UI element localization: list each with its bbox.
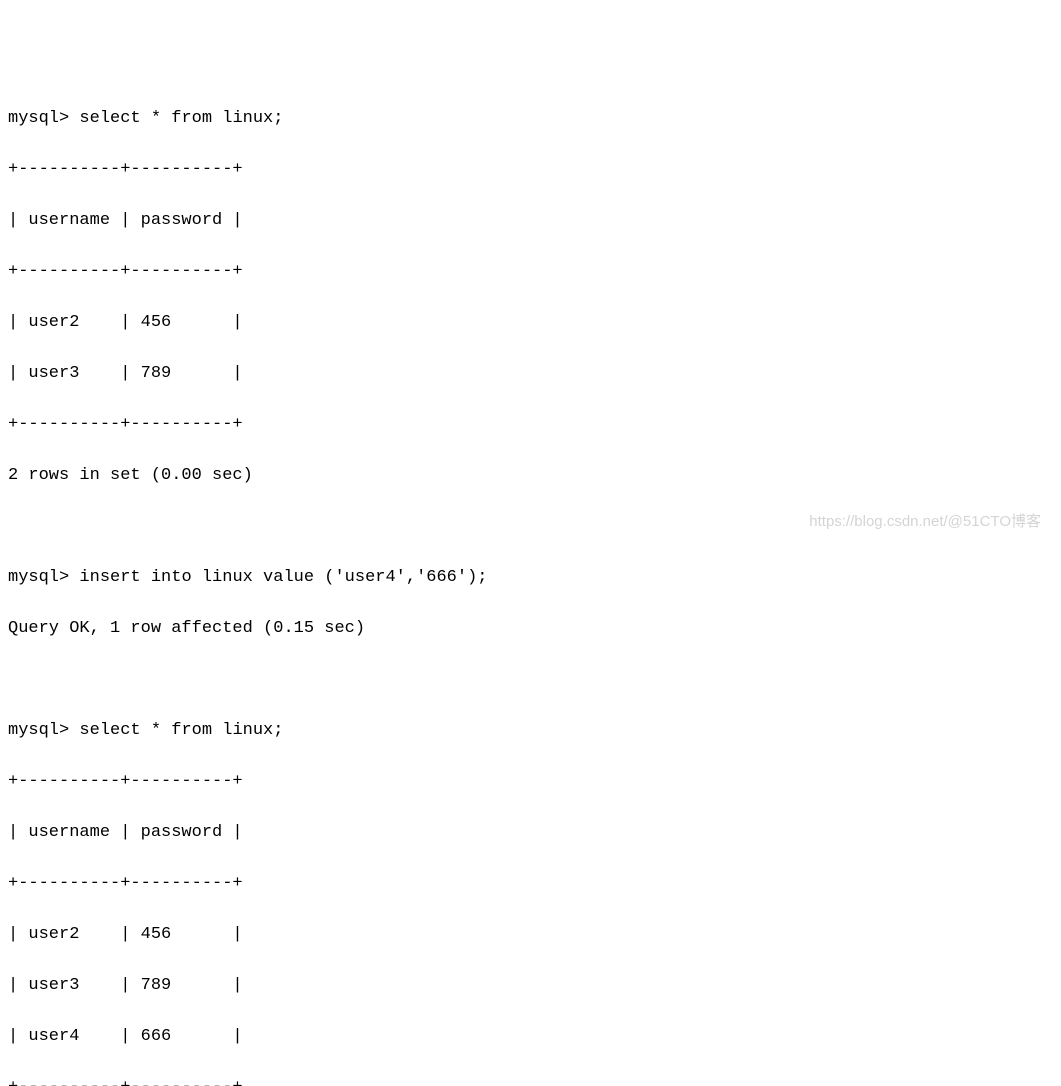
mysql-command: select * from linux; (79, 109, 283, 128)
mysql-command: select * from linux; (79, 721, 283, 740)
query-status: Query OK, 1 row affected (0.15 sec) (8, 616, 1053, 642)
table-header: | username | password | (8, 208, 1053, 234)
mysql-prompt: mysql> (8, 721, 79, 740)
table-border: +----------+----------+ (8, 871, 1053, 897)
blank-line (8, 667, 1053, 693)
watermark-text: https://blog.csdn.net/@51CTO博客 (809, 511, 1041, 534)
table-row: | user3 | 789 | (8, 973, 1053, 999)
mysql-command: insert into linux value ('user4','666'); (79, 568, 487, 587)
mysql-prompt: mysql> (8, 568, 79, 587)
query-status: 2 rows in set (0.00 sec) (8, 463, 1053, 489)
table-row: | user4 | 666 | (8, 1024, 1053, 1050)
table-border: +----------+----------+ (8, 412, 1053, 438)
mysql-query-line: mysql> select * from linux; (8, 106, 1053, 132)
table-border: +----------+----------+ (8, 259, 1053, 285)
table-border: +----------+----------+ (8, 157, 1053, 183)
table-row: | user2 | 456 | (8, 310, 1053, 336)
mysql-query-line: mysql> select * from linux; (8, 718, 1053, 744)
table-border: +----------+----------+ (8, 769, 1053, 795)
table-header: | username | password | (8, 820, 1053, 846)
table-row: | user2 | 456 | (8, 922, 1053, 948)
table-row: | user3 | 789 | (8, 361, 1053, 387)
mysql-prompt: mysql> (8, 109, 79, 128)
mysql-query-line: mysql> insert into linux value ('user4',… (8, 565, 1053, 591)
table-border: +----------+----------+ (8, 1075, 1053, 1086)
